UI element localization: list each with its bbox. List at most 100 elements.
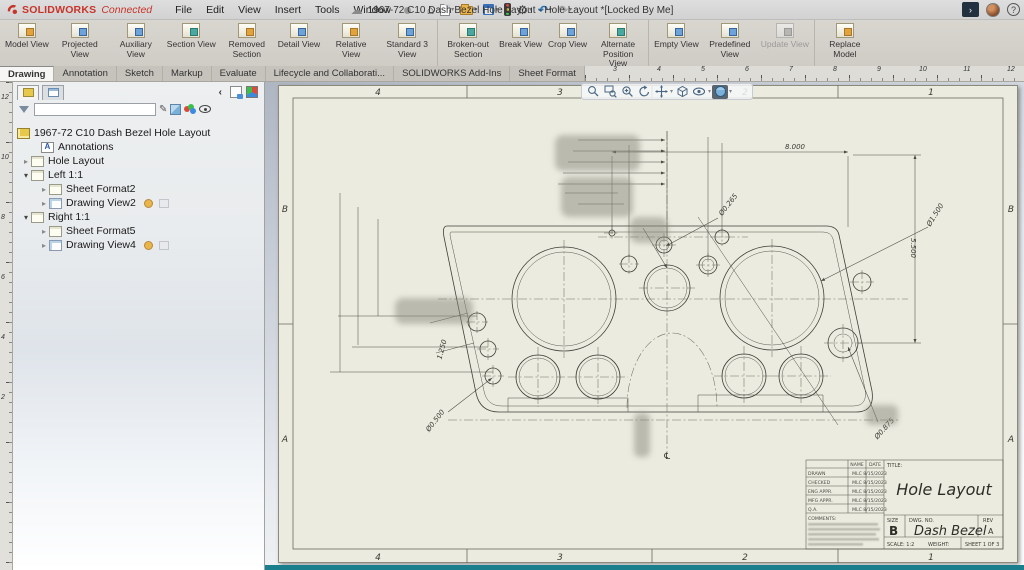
predefined-view-button[interactable]: Predefined View xyxy=(703,21,757,65)
hide-show-items-button[interactable] xyxy=(691,85,707,99)
expand-arrow[interactable] xyxy=(39,185,49,194)
expand-arrow[interactable] xyxy=(39,227,49,236)
standard-3-view-icon xyxy=(398,23,417,38)
graphics-area[interactable]: 4 3 2 1 4 3 2 1 B A B A xyxy=(265,82,1024,570)
svg-text:MLC: MLC xyxy=(852,498,862,504)
tree-item-sheet-format5[interactable]: Sheet Format5 xyxy=(13,224,264,238)
drawing-sheet[interactable]: 4 3 2 1 4 3 2 1 B A B A xyxy=(278,85,1018,563)
update-view-button[interactable]: Update View xyxy=(759,21,811,65)
tree-item-right-sheet[interactable]: Right 1:1 xyxy=(13,210,264,224)
tree-item-drawing-view2[interactable]: Drawing View2 xyxy=(13,196,264,210)
centerline-symbol: ℄ xyxy=(663,452,671,462)
tab-drawing[interactable]: Drawing xyxy=(0,66,55,81)
relative-view-button[interactable]: Relative View xyxy=(324,21,378,65)
phantom-arch xyxy=(626,332,718,409)
chevron-down-icon[interactable]: ▾ xyxy=(670,88,673,95)
menu-edit[interactable]: Edit xyxy=(199,2,231,18)
3dexperience-launcher-button[interactable]: › xyxy=(962,2,979,17)
property-manager-tab[interactable] xyxy=(42,84,64,100)
menu-file[interactable]: File xyxy=(168,2,199,18)
tab-sketch[interactable]: Sketch xyxy=(117,66,163,81)
tree-item-hole-layout[interactable]: Hole Layout xyxy=(13,154,264,168)
menu-tools[interactable]: Tools xyxy=(308,2,347,18)
model-view-button[interactable]: Model View xyxy=(3,21,51,65)
tab-evaluate[interactable]: Evaluate xyxy=(212,66,266,81)
tree-root-label: 1967-72 C10 Dash Bezel Hole Layout xyxy=(34,127,211,139)
svg-text:MLC: MLC xyxy=(852,480,862,486)
broken-out-section-button[interactable]: Broken-out Section xyxy=(441,21,495,65)
broken-out-section-icon xyxy=(459,23,478,38)
tab-lifecycle-collaboration[interactable]: Lifecycle and Collaborati... xyxy=(266,66,395,81)
help-button[interactable] xyxy=(1007,3,1020,16)
collapse-arrow[interactable] xyxy=(21,171,31,180)
tree-filter-input[interactable] xyxy=(34,102,156,116)
empty-view-button[interactable]: Empty View xyxy=(652,21,701,65)
ribbon-group-views: Model View Projected View Auxiliary View… xyxy=(0,20,439,66)
tab-markup[interactable]: Markup xyxy=(163,66,212,81)
feature-tree: 1967-72 C10 Dash Bezel Hole Layout Annot… xyxy=(13,126,264,252)
display-style-button[interactable] xyxy=(674,85,690,99)
zoom-to-fit-button[interactable] xyxy=(585,85,601,99)
crop-view-button[interactable]: Crop View xyxy=(546,21,589,65)
tree-item-sheet-format2[interactable]: Sheet Format2 xyxy=(13,182,264,196)
standard-3-view-button[interactable]: Standard 3 View xyxy=(380,21,434,65)
tree-item-root[interactable]: 1967-72 C10 Dash Bezel Hole Layout xyxy=(13,126,264,140)
pencil-icon[interactable]: ✎ xyxy=(159,104,167,115)
tab-solidworks-add-ins[interactable]: SOLIDWORKS Add-Ins xyxy=(394,66,511,81)
tab-sheet-format[interactable]: Sheet Format xyxy=(510,66,585,81)
break-view-button[interactable]: Break View xyxy=(497,21,544,65)
dim-hole-gauge: Ø1.500 xyxy=(925,202,946,229)
appearance-colors-icon[interactable] xyxy=(184,104,197,114)
command-manager-ribbon: Model View Projected View Auxiliary View… xyxy=(0,20,1024,68)
expand-arrow[interactable] xyxy=(39,199,49,208)
svg-text:2: 2 xyxy=(742,553,748,563)
tree-item-left-sheet[interactable]: Left 1:1 xyxy=(13,168,264,182)
3d-cube-icon[interactable] xyxy=(246,86,258,98)
menu-insert[interactable]: Insert xyxy=(268,2,308,18)
drawing-number: Dash Bezel xyxy=(914,524,987,539)
rotate-view-button[interactable] xyxy=(636,85,652,99)
auxiliary-view-button[interactable]: Auxiliary View xyxy=(109,21,163,65)
solidworks-logo-icon xyxy=(7,5,18,15)
pan-button[interactable] xyxy=(653,85,669,99)
tree-item-annotations[interactable]: Annotations xyxy=(13,140,264,154)
model-reference-icon xyxy=(158,198,169,208)
collapse-panel-button[interactable] xyxy=(215,87,226,98)
expand-arrow[interactable] xyxy=(39,241,49,250)
alternate-position-view-button[interactable]: Alternate Position View xyxy=(591,21,645,68)
sheet-lock-icon[interactable] xyxy=(230,86,243,99)
user-avatar[interactable] xyxy=(986,2,1000,17)
svg-text:MLC: MLC xyxy=(852,507,862,513)
projected-view-button[interactable]: Projected View xyxy=(53,21,107,65)
replace-model-button[interactable]: Replace Model xyxy=(818,21,872,65)
zoom-to-area-button[interactable] xyxy=(602,85,618,99)
detail-view-button[interactable]: Detail View xyxy=(276,21,322,65)
leader-lines xyxy=(447,217,929,423)
tab-annotation[interactable]: Annotation xyxy=(54,66,117,81)
drawing-view-icon xyxy=(49,239,62,251)
tree-item-drawing-view4[interactable]: Drawing View4 xyxy=(13,238,264,252)
heads-up-view-toolbar: ▾ ▾ ▾ xyxy=(581,83,753,100)
sheet-icon xyxy=(31,155,44,167)
expand-arrow[interactable] xyxy=(21,157,31,166)
svg-text:COMMENTS:: COMMENTS: xyxy=(808,516,837,522)
relative-view-icon xyxy=(342,23,361,38)
ribbon-group-modify: Broken-out Section Break View Crop View … xyxy=(438,20,650,68)
feature-manager-tab[interactable] xyxy=(17,84,39,100)
view-settings-button[interactable] xyxy=(712,84,729,99)
menu-view[interactable]: View xyxy=(231,2,268,18)
view-status-badge xyxy=(143,240,153,250)
dim-height: 5.500 xyxy=(909,238,917,259)
sheet-format-icon xyxy=(49,225,62,237)
section-view-button[interactable]: Section View xyxy=(165,21,218,65)
zoom-in-out-button[interactable] xyxy=(619,85,635,99)
hide-show-eye-icon[interactable] xyxy=(199,105,212,113)
chevron-down-icon[interactable]: ▾ xyxy=(729,88,732,95)
display-cube-icon[interactable] xyxy=(170,103,182,115)
filter-funnel-icon[interactable] xyxy=(19,105,29,113)
svg-text:MFG APPR.: MFG APPR. xyxy=(808,498,833,504)
collapse-arrow[interactable] xyxy=(21,213,31,222)
drawing-title: Hole Layout xyxy=(896,480,992,499)
removed-section-button[interactable]: Removed Section xyxy=(220,21,274,65)
chevron-down-icon[interactable]: ▾ xyxy=(708,88,711,95)
